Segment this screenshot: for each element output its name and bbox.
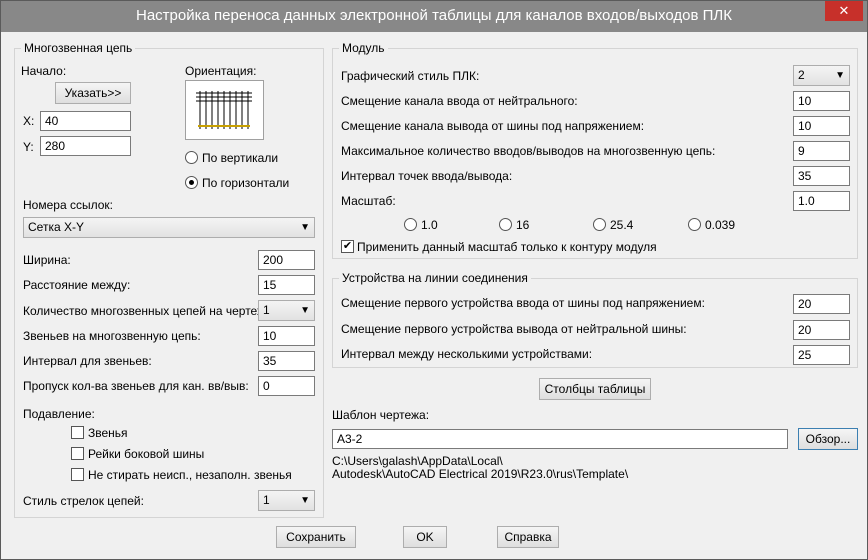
first-output-offset-input[interactable]: 20 bbox=[793, 320, 850, 340]
apply-scale-checkbox[interactable]: ✔ bbox=[341, 240, 354, 253]
window-title: Настройка переноса данных электронной та… bbox=[136, 7, 732, 24]
io-interval-label: Интервал точек ввода/вывода: bbox=[341, 169, 513, 183]
scale-option-16-label: 16 bbox=[516, 218, 530, 232]
title-bar: Настройка переноса данных электронной та… bbox=[1, 1, 867, 32]
apply-scale-label: Применить данный масштаб только к контур… bbox=[357, 240, 657, 254]
chevron-down-icon: ▼ bbox=[835, 70, 845, 81]
arrow-style-value: 1 bbox=[263, 493, 270, 507]
chevron-down-icon: ▼ bbox=[300, 495, 310, 506]
max-io-label: Максимальное количество вводов/выводов н… bbox=[341, 144, 716, 158]
input-offset-label: Смещение канала ввода от нейтрального: bbox=[341, 94, 578, 108]
radio-vertical[interactable] bbox=[185, 151, 198, 164]
orientation-preview-image bbox=[185, 80, 264, 140]
chevron-down-icon: ▼ bbox=[300, 305, 310, 316]
spacing-input[interactable]: 15 bbox=[258, 275, 315, 295]
devices-group-title: Устройства на линии соединения bbox=[339, 271, 531, 285]
plc-style-select[interactable]: 2 ▼ bbox=[793, 65, 850, 86]
template-input[interactable]: A3-2 bbox=[332, 429, 788, 449]
rungs-input[interactable]: 10 bbox=[258, 326, 315, 346]
output-offset-label: Смещение канала вывода от шины под напря… bbox=[341, 119, 645, 133]
close-icon[interactable]: ✕ bbox=[825, 1, 863, 21]
save-button[interactable]: Сохранить bbox=[276, 526, 356, 548]
dialog-body: Многозвенная цепь Начало: Указать>> X: 4… bbox=[8, 32, 860, 554]
ref-numbers-value: Сетка X-Y bbox=[28, 220, 84, 234]
radio-horizontal-label: По горизонтали bbox=[202, 176, 290, 190]
ladders-per-drawing-select[interactable]: 1 ▼ bbox=[258, 300, 315, 321]
ref-numbers-select[interactable]: Сетка X-Y ▼ bbox=[23, 217, 315, 238]
first-input-offset-input[interactable]: 20 bbox=[793, 294, 850, 314]
rung-interval-input[interactable]: 35 bbox=[258, 351, 315, 371]
start-label: Начало: bbox=[21, 64, 67, 78]
skip-label: Пропуск кол-ва звеньев для кан. вв/выв: bbox=[23, 379, 249, 393]
suppress-unused-label: Не стирать неисп., незаполн. звенья bbox=[88, 468, 292, 482]
input-offset-input[interactable]: 10 bbox=[793, 91, 850, 111]
suppress-rails-label: Рейки боковой шины bbox=[88, 447, 205, 461]
plc-style-label: Графический стиль ПЛК: bbox=[341, 69, 480, 83]
scale-input[interactable]: 1.0 bbox=[793, 191, 850, 211]
suppress-rails-checkbox[interactable] bbox=[71, 447, 84, 460]
browse-button[interactable]: Обзор... bbox=[798, 428, 858, 450]
radio-vertical-label: По вертикали bbox=[202, 151, 279, 165]
first-input-offset-label: Смещение первого устройства ввода от шин… bbox=[341, 296, 705, 310]
scale-option-1-label: 1.0 bbox=[421, 218, 438, 232]
io-interval-input[interactable]: 35 bbox=[793, 166, 850, 186]
orientation-label: Ориентация: bbox=[185, 64, 257, 78]
arrow-style-select[interactable]: 1 ▼ bbox=[258, 490, 315, 511]
rung-interval-label: Интервал для звеньев: bbox=[23, 354, 152, 368]
table-columns-button[interactable]: Столбцы таблицы bbox=[539, 378, 651, 400]
max-io-input[interactable]: 9 bbox=[793, 141, 850, 161]
scale-option-0-039-label: 0.039 bbox=[705, 218, 736, 232]
rungs-label: Звеньев на многозвенную цепь: bbox=[23, 329, 201, 343]
suppress-unused-checkbox[interactable] bbox=[71, 468, 84, 481]
ref-numbers-label: Номера ссылок: bbox=[23, 198, 113, 212]
radio-horizontal[interactable] bbox=[185, 176, 198, 189]
skip-input[interactable]: 0 bbox=[258, 376, 315, 396]
chevron-down-icon: ▼ bbox=[300, 222, 310, 233]
arrow-style-label: Стиль стрелок цепей: bbox=[23, 494, 144, 508]
pick-point-button[interactable]: Указать>> bbox=[55, 82, 131, 104]
scale-option-0-039[interactable] bbox=[688, 218, 701, 231]
first-output-offset-label: Смещение первого устройства вывода от не… bbox=[341, 322, 687, 336]
ok-button[interactable]: OK bbox=[403, 526, 447, 548]
template-path-line2: Autodesk\AutoCAD Electrical 2019\R23.0\r… bbox=[332, 467, 629, 481]
x-input[interactable]: 40 bbox=[40, 111, 131, 131]
plc-style-value: 2 bbox=[798, 68, 805, 82]
device-interval-input[interactable]: 25 bbox=[793, 345, 850, 365]
scale-option-1[interactable] bbox=[404, 218, 417, 231]
ladders-per-drawing-value: 1 bbox=[263, 303, 270, 317]
suppress-label: Подавление: bbox=[23, 407, 95, 421]
ladder-preview-icon bbox=[196, 91, 252, 129]
ladders-per-drawing-label: Количество многозвенных цепей на чертеж: bbox=[23, 304, 269, 318]
suppress-rungs-checkbox[interactable] bbox=[71, 426, 84, 439]
scale-option-16[interactable] bbox=[499, 218, 512, 231]
width-label: Ширина: bbox=[23, 253, 71, 267]
output-offset-input[interactable]: 10 bbox=[793, 116, 850, 136]
y-input[interactable]: 280 bbox=[40, 136, 131, 156]
spacing-label: Расстояние между: bbox=[23, 278, 131, 292]
template-label: Шаблон чертежа: bbox=[332, 408, 430, 422]
scale-label: Масштаб: bbox=[341, 194, 396, 208]
scale-option-25-4[interactable] bbox=[593, 218, 606, 231]
help-button[interactable]: Справка bbox=[497, 526, 559, 548]
scale-option-25-4-label: 25.4 bbox=[610, 218, 634, 232]
x-label: X: bbox=[23, 114, 35, 128]
module-group-title: Модуль bbox=[339, 41, 388, 55]
y-label: Y: bbox=[23, 140, 34, 154]
dialog-window: Настройка переноса данных электронной та… bbox=[0, 0, 868, 560]
device-interval-label: Интервал между несколькими устройствами: bbox=[341, 347, 593, 361]
ladder-group-title: Многозвенная цепь bbox=[21, 41, 136, 55]
template-path-line1: C:\Users\galash\AppData\Local\ bbox=[332, 454, 503, 468]
suppress-rungs-label: Звенья bbox=[88, 426, 128, 440]
width-input[interactable]: 200 bbox=[258, 250, 315, 270]
